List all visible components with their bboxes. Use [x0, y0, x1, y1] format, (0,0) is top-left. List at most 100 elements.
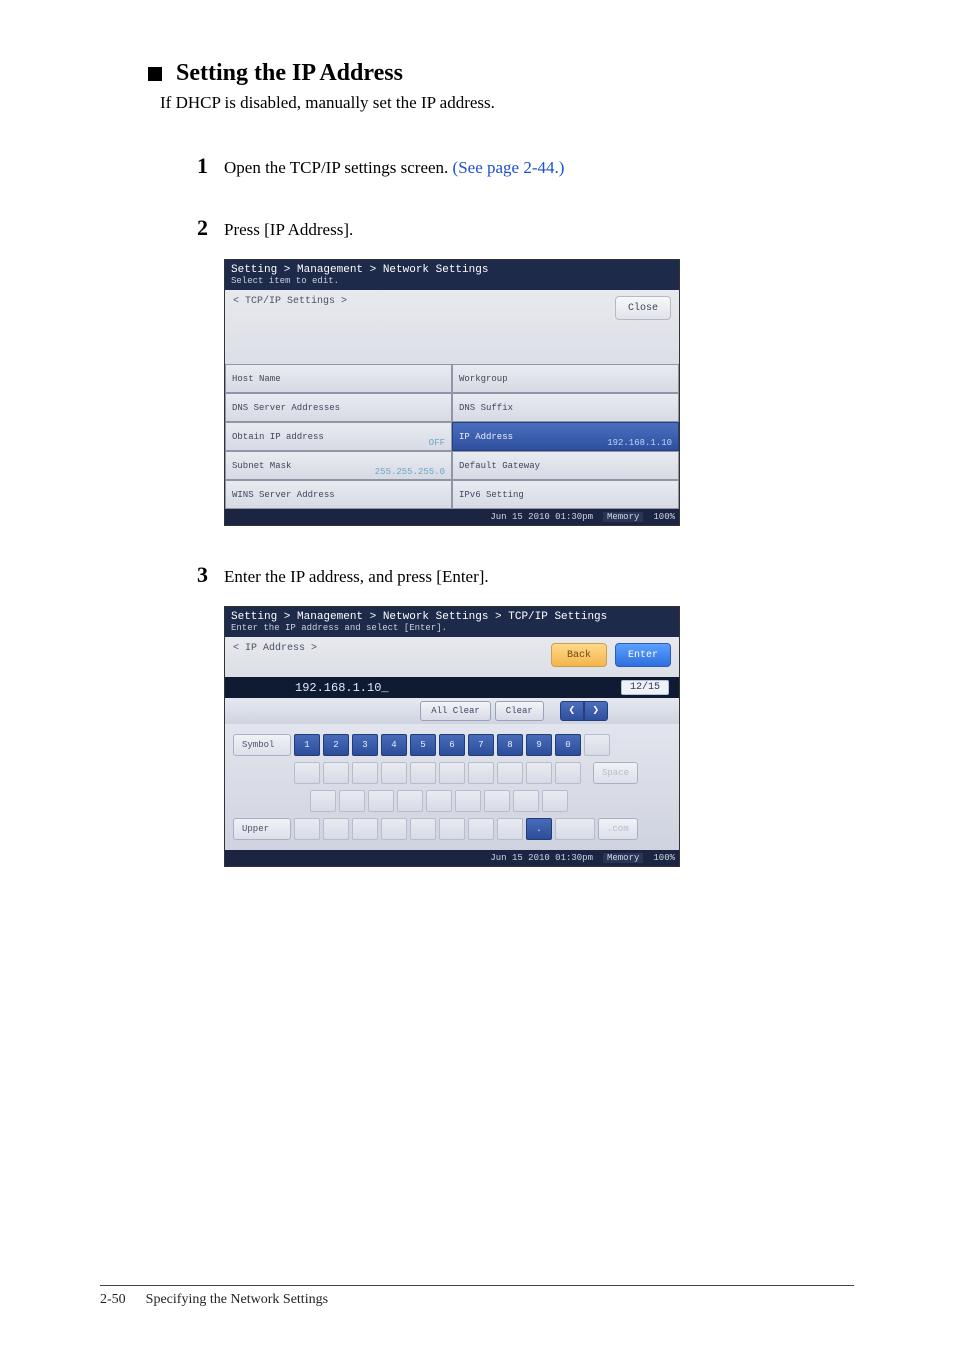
soft-keyboard: Symbol 1 2 3 4 5 6 7 8 9 0 S — [225, 724, 679, 850]
obtain-ip-button[interactable]: Obtain IP addressOFF — [225, 422, 452, 451]
ip-input-value[interactable]: 192.168.1.10_ — [295, 681, 389, 695]
section-label: < TCP/IP Settings > — [233, 296, 671, 307]
step-text: Open the TCP/IP settings screen. (See pa… — [224, 158, 564, 178]
host-name-label: Host Name — [232, 374, 445, 384]
dotcom-button[interactable]: .com — [598, 818, 638, 840]
key-3[interactable]: 3 — [352, 734, 378, 756]
ip-input-row: 192.168.1.10_ 12/15 — [225, 677, 679, 698]
key-disabled — [352, 818, 378, 840]
arrow-left-icon[interactable]: ❮ — [560, 701, 584, 721]
host-name-button[interactable]: Host Name — [225, 364, 452, 393]
key-8[interactable]: 8 — [497, 734, 523, 756]
section-heading-row: Setting the IP Address — [148, 60, 854, 87]
workgroup-button[interactable]: Workgroup — [452, 364, 679, 393]
key-disabled — [468, 818, 494, 840]
key-dot[interactable]: . — [526, 818, 552, 840]
key-5[interactable]: 5 — [410, 734, 436, 756]
key-disabled — [381, 762, 407, 784]
key-7[interactable]: 7 — [468, 734, 494, 756]
subnet-mask-button[interactable]: Subnet Mask255.255.255.0 — [225, 451, 452, 480]
symbol-button[interactable]: Symbol — [233, 734, 291, 756]
key-4[interactable]: 4 — [381, 734, 407, 756]
kbd-row-1: Symbol 1 2 3 4 5 6 7 8 9 0 — [233, 734, 671, 756]
memory-label: Memory — [603, 853, 643, 863]
subnet-value: 255.255.255.0 — [375, 467, 445, 477]
key-disabled — [468, 762, 494, 784]
key-6[interactable]: 6 — [439, 734, 465, 756]
dns-suffix-button[interactable]: DNS Suffix — [452, 393, 679, 422]
key-disabled — [584, 734, 610, 756]
close-button[interactable]: Close — [615, 296, 671, 320]
key-disabled — [294, 762, 320, 784]
ip-address-button[interactable]: IP Address192.168.1.10 — [452, 422, 679, 451]
obtain-ip-label: Obtain IP address — [232, 432, 445, 442]
dns-server-label: DNS Server Addresses — [232, 403, 445, 413]
key-disabled — [497, 762, 523, 784]
screenshot-ip-entry: Setting > Management > Network Settings … — [224, 606, 680, 867]
key-disabled — [397, 790, 423, 812]
upper-button[interactable]: Upper — [233, 818, 291, 840]
page-footer: 2-50 Specifying the Network Settings — [100, 1285, 854, 1308]
dns-suffix-label: DNS Suffix — [459, 403, 672, 413]
key-disabled — [339, 790, 365, 812]
see-page-link[interactable]: (See page 2-44.) — [453, 158, 565, 177]
key-disabled — [294, 818, 320, 840]
screenshot-tcpip-settings: Setting > Management > Network Settings … — [224, 259, 680, 526]
key-disabled — [555, 818, 595, 840]
bullet-square-icon — [148, 67, 162, 81]
screenshot-footer: Jun 15 2010 01:30pm Memory 100% — [225, 850, 679, 866]
space-button[interactable]: Space — [593, 762, 638, 784]
header-subtext: Enter the IP address and select [Enter]. — [231, 623, 673, 633]
step-1: 1 Open the TCP/IP settings screen. (See … — [190, 153, 854, 179]
section-intro: If DHCP is disabled, manually set the IP… — [160, 93, 854, 113]
dns-server-button[interactable]: DNS Server Addresses — [225, 393, 452, 422]
arrow-right-icon[interactable]: ❯ — [584, 701, 608, 721]
step-text: Enter the IP address, and press [Enter]. — [224, 567, 489, 587]
back-button[interactable]: Back — [551, 643, 607, 667]
kbd-row-4: Upper . .com — [233, 818, 671, 840]
edit-bar: All Clear Clear ❮ ❯ — [225, 698, 679, 724]
datetime-label: Jun 15 2010 01:30pm — [490, 853, 593, 863]
key-0[interactable]: 0 — [555, 734, 581, 756]
kbd-row-2: Space — [233, 762, 671, 784]
screenshot-header: Setting > Management > Network Settings … — [225, 260, 679, 290]
char-count: 12/15 — [621, 680, 669, 695]
key-disabled — [352, 762, 378, 784]
ipv6-setting-button[interactable]: IPv6 Setting — [452, 480, 679, 509]
key-2[interactable]: 2 — [323, 734, 349, 756]
key-disabled — [439, 818, 465, 840]
settings-grid: Host Name Workgroup DNS Server Addresses… — [225, 364, 679, 509]
key-disabled — [439, 762, 465, 784]
page-number: 2-50 — [100, 1292, 126, 1308]
key-9[interactable]: 9 — [526, 734, 552, 756]
memory-percent: 100% — [653, 853, 675, 863]
step-number: 2 — [190, 215, 208, 241]
workgroup-label: Workgroup — [459, 374, 672, 384]
enter-button[interactable]: Enter — [615, 643, 671, 667]
key-disabled — [555, 762, 581, 784]
memory-label: Memory — [603, 512, 643, 522]
kbd-row-3 — [233, 790, 671, 812]
key-disabled — [497, 818, 523, 840]
default-gateway-button[interactable]: Default Gateway — [452, 451, 679, 480]
key-disabled — [323, 762, 349, 784]
obtain-ip-value: OFF — [429, 438, 445, 448]
wins-label: WINS Server Address — [232, 490, 445, 500]
key-disabled — [526, 762, 552, 784]
datetime-label: Jun 15 2010 01:30pm — [490, 512, 593, 522]
key-disabled — [310, 790, 336, 812]
clear-button[interactable]: Clear — [495, 701, 544, 721]
key-1[interactable]: 1 — [294, 734, 320, 756]
all-clear-button[interactable]: All Clear — [420, 701, 491, 721]
breadcrumb: Setting > Management > Network Settings … — [231, 611, 673, 623]
section-heading: Setting the IP Address — [176, 60, 403, 87]
key-disabled — [381, 818, 407, 840]
step-1-body: Open the TCP/IP settings screen. — [224, 158, 453, 177]
key-disabled — [513, 790, 539, 812]
key-disabled — [323, 818, 349, 840]
wins-server-button[interactable]: WINS Server Address — [225, 480, 452, 509]
ip-address-value: 192.168.1.10 — [607, 438, 672, 448]
header-subtext: Select item to edit. — [231, 276, 673, 286]
ipv6-label: IPv6 Setting — [459, 490, 672, 500]
screenshot-header: Setting > Management > Network Settings … — [225, 607, 679, 637]
